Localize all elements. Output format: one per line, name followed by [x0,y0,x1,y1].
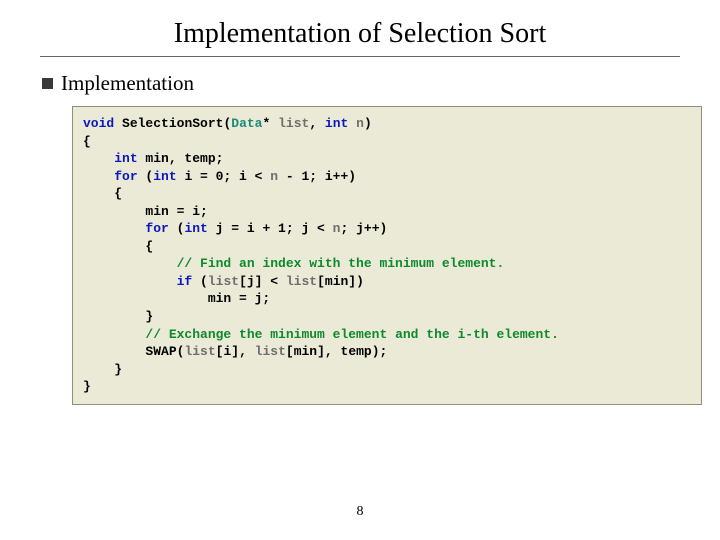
code-keyword: for [114,169,137,184]
code-var: n [356,116,364,131]
code-text: } [145,309,153,324]
code-text: { [145,239,153,254]
code-type: Data [231,116,262,131]
code-var: n [270,169,278,184]
code-text: i = 0; i < [177,169,271,184]
code-keyword: int [325,116,348,131]
code-var: list [278,116,309,131]
code-text: { [83,134,91,149]
code-function: SWAP [145,344,176,359]
code-text: } [83,379,91,394]
code-var: list [286,274,317,289]
code-text: min, temp; [138,151,224,166]
code-keyword: for [145,221,168,236]
page-number: 8 [0,504,720,520]
code-text: ( [169,221,185,236]
code-text: , [309,116,325,131]
code-var: list [208,274,239,289]
code-text: [j] < [239,274,286,289]
code-text: * [262,116,278,131]
square-bullet-icon [42,78,53,89]
code-var: list [255,344,286,359]
code-text: [min]) [317,274,364,289]
code-text [114,116,122,131]
code-keyword: void [83,116,114,131]
title-underline [40,56,680,57]
code-comment: // Exchange the minimum element and the … [145,327,558,342]
code-keyword: int [114,151,137,166]
slide: Implementation of Selection Sort Impleme… [0,0,720,540]
code-text: ( [138,169,154,184]
code-keyword: if [177,274,193,289]
bullet-item: Implementation [42,71,680,96]
code-text: min = i; [145,204,207,219]
code-comment: // Find an index with the minimum elemen… [177,256,505,271]
code-text: [min], temp); [286,344,387,359]
code-text: } [114,362,122,377]
page-title: Implementation of Selection Sort [40,18,680,50]
code-keyword: int [184,221,207,236]
code-text: ( [192,274,208,289]
code-function: SelectionSort [122,116,223,131]
code-keyword: int [153,169,176,184]
code-text: min = j; [208,291,270,306]
code-text: ) [364,116,372,131]
code-text: j = i + 1; j < [208,221,333,236]
code-var: list [184,344,215,359]
bullet-text: Implementation [61,71,194,96]
code-text [348,116,356,131]
code-text: - 1; i++) [278,169,356,184]
code-text: { [114,186,122,201]
code-text: ; j++) [340,221,387,236]
code-block: void SelectionSort(Data* list, int n) { … [72,106,702,405]
code-text: [i], [216,344,255,359]
